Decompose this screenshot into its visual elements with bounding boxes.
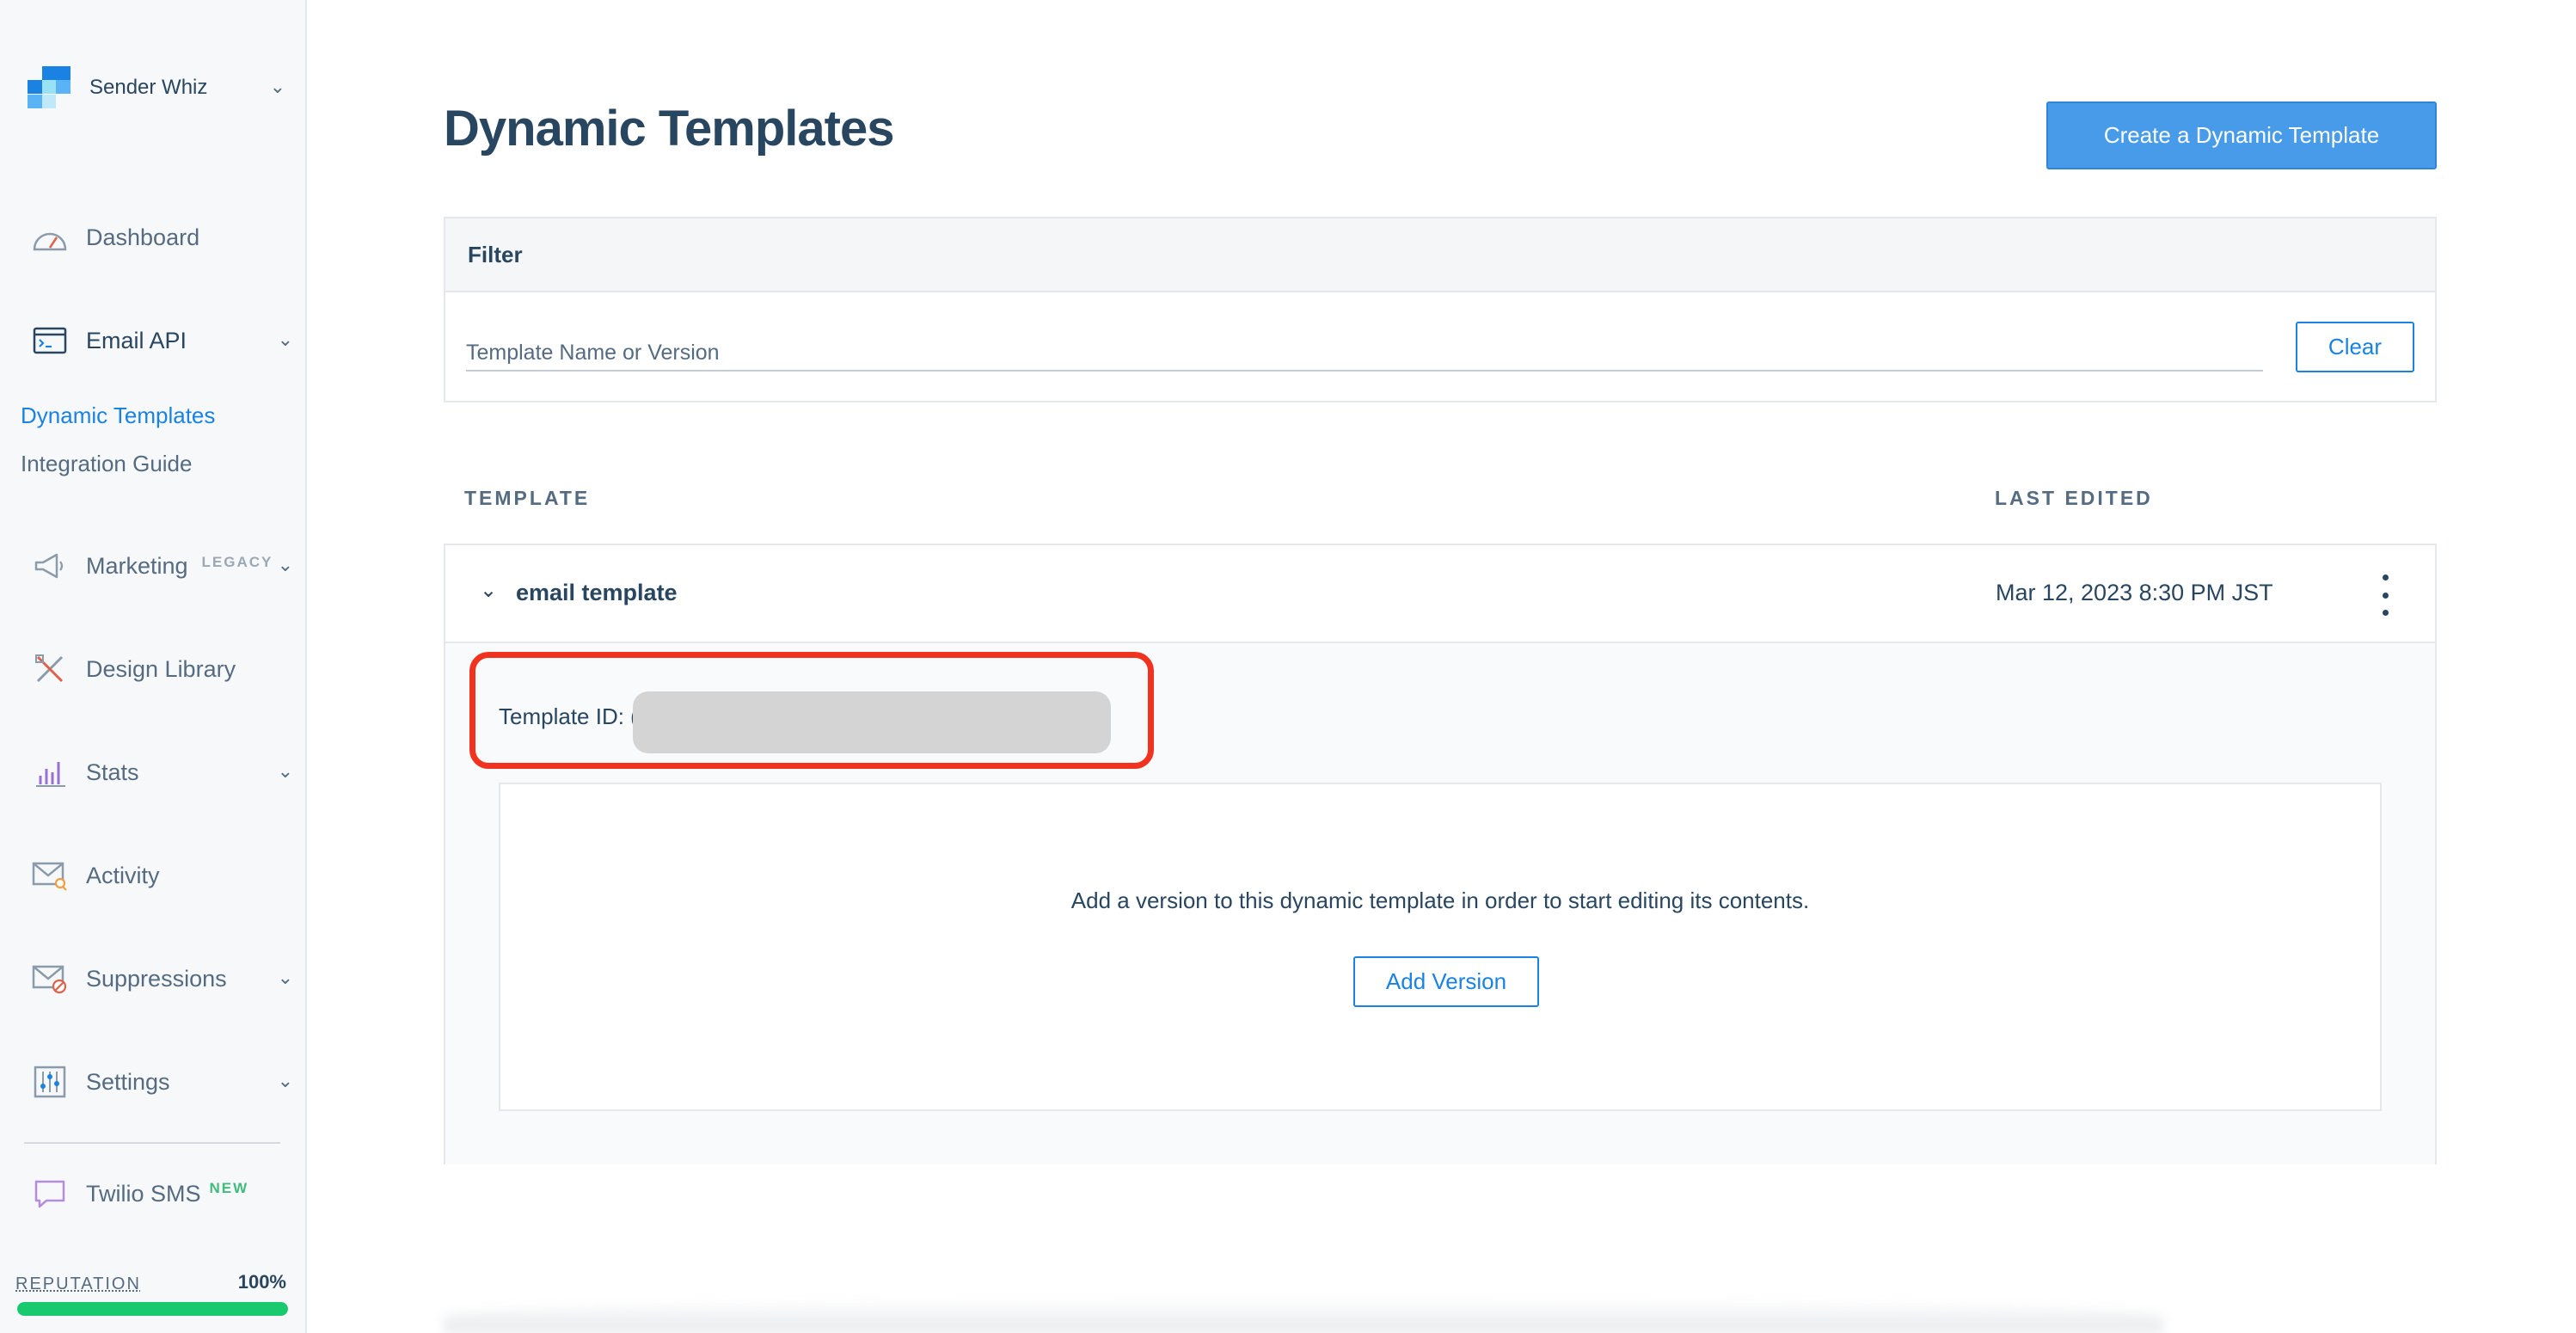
- empty-versions-panel: Add a version to this dynamic template i…: [499, 783, 2382, 1111]
- chevron-down-icon[interactable]: ⌄: [480, 578, 497, 603]
- create-dynamic-template-button[interactable]: Create a Dynamic Template: [2046, 101, 2437, 169]
- bar-chart-icon: [31, 753, 69, 791]
- sidebar-subitem-integration-guide[interactable]: Integration Guide: [21, 451, 192, 477]
- account-name: Sender Whiz: [89, 76, 208, 99]
- filter-panel: Filter Clear: [444, 217, 2437, 402]
- terminal-window-icon: [31, 322, 69, 359]
- template-row[interactable]: ⌄ email template Mar 12, 2023 8:30 PM JS…: [445, 545, 2435, 643]
- filter-heading: Filter: [445, 218, 2435, 292]
- sidebar-item-label: Twilio SMS: [86, 1180, 201, 1207]
- chevron-down-icon: ⌄: [277, 967, 293, 988]
- megaphone-icon: [31, 547, 69, 585]
- sidebar-item-label: Email API: [86, 327, 187, 353]
- sidebar-item-label: Design Library: [86, 655, 236, 682]
- sendgrid-logo-icon: [28, 66, 71, 109]
- chevron-down-icon: ⌄: [277, 329, 293, 350]
- sidebar-item-settings[interactable]: Settings ⌄: [31, 1061, 293, 1103]
- sidebar-item-stats[interactable]: Stats ⌄: [31, 752, 293, 793]
- sidebar-item-label: Settings: [86, 1068, 170, 1095]
- sidebar-item-label: Stats: [86, 759, 139, 785]
- sidebar-item-label: Dashboard: [86, 224, 200, 250]
- highlight-annotation-box: [469, 652, 1154, 769]
- sidebar-item-dashboard[interactable]: Dashboard: [31, 217, 293, 258]
- sidebar-item-activity[interactable]: Activity: [31, 855, 293, 896]
- reputation-label[interactable]: REPUTATION: [15, 1275, 141, 1294]
- envelope-blocked-icon: [31, 960, 69, 998]
- template-name[interactable]: email template: [516, 580, 678, 606]
- sidebar-item-label: Suppressions: [86, 965, 227, 992]
- template-search-input[interactable]: [466, 322, 2263, 372]
- sidebar-item-label: Activity: [86, 862, 160, 888]
- chevron-down-icon: ⌄: [277, 760, 293, 782]
- chevron-down-icon: ⌄: [269, 76, 285, 97]
- sidebar-item-email-api[interactable]: Email API ⌄: [31, 320, 293, 361]
- sliders-icon: [31, 1063, 69, 1101]
- sidebar-subitem-dynamic-templates[interactable]: Dynamic Templates: [21, 402, 215, 429]
- gauge-icon: [31, 218, 69, 256]
- legacy-badge: LEGACY: [201, 554, 273, 570]
- sidebar: Sender Whiz ⌄ Dashboard Email API ⌄ Dyna…: [0, 0, 307, 1333]
- column-header-template: TEMPLATE: [464, 487, 591, 509]
- chat-bubble-icon: [31, 1175, 69, 1213]
- column-header-last-edited: LAST EDITED: [1995, 487, 2153, 509]
- sidebar-divider: [24, 1142, 280, 1144]
- page-title: Dynamic Templates: [444, 101, 894, 157]
- account-switcher[interactable]: Sender Whiz ⌄: [28, 65, 285, 110]
- template-last-edited: Mar 12, 2023 8:30 PM JST: [1996, 580, 2273, 605]
- template-card: ⌄ email template Mar 12, 2023 8:30 PM JS…: [444, 544, 2437, 1164]
- bottom-scroll-shadow: [444, 1299, 2163, 1333]
- sidebar-item-label: Marketing: [86, 552, 188, 579]
- more-options-icon[interactable]: [2377, 574, 2394, 616]
- template-details: Template ID: ( Add a version to this dyn…: [445, 643, 2435, 1164]
- reputation-value: 100%: [237, 1271, 286, 1293]
- sidebar-item-suppressions[interactable]: Suppressions ⌄: [31, 958, 293, 999]
- reputation-progress-bar: [17, 1302, 288, 1316]
- empty-versions-message: Add a version to this dynamic template i…: [1070, 888, 1810, 913]
- chevron-down-icon: ⌄: [277, 554, 293, 575]
- clear-filter-button[interactable]: Clear: [2296, 322, 2414, 372]
- sidebar-item-twilio-sms[interactable]: Twilio SMS NEW: [31, 1173, 293, 1214]
- sidebar-item-marketing[interactable]: Marketing LEGACY ⌄: [31, 545, 293, 587]
- envelope-search-icon: [31, 857, 69, 894]
- chevron-down-icon: ⌄: [277, 1070, 293, 1091]
- sidebar-item-design-library[interactable]: Design Library: [31, 648, 293, 690]
- add-version-button[interactable]: Add Version: [1353, 956, 1539, 1007]
- pencil-ruler-icon: [31, 650, 69, 688]
- reputation-progress-fill: [17, 1302, 288, 1316]
- new-badge: NEW: [209, 1180, 249, 1196]
